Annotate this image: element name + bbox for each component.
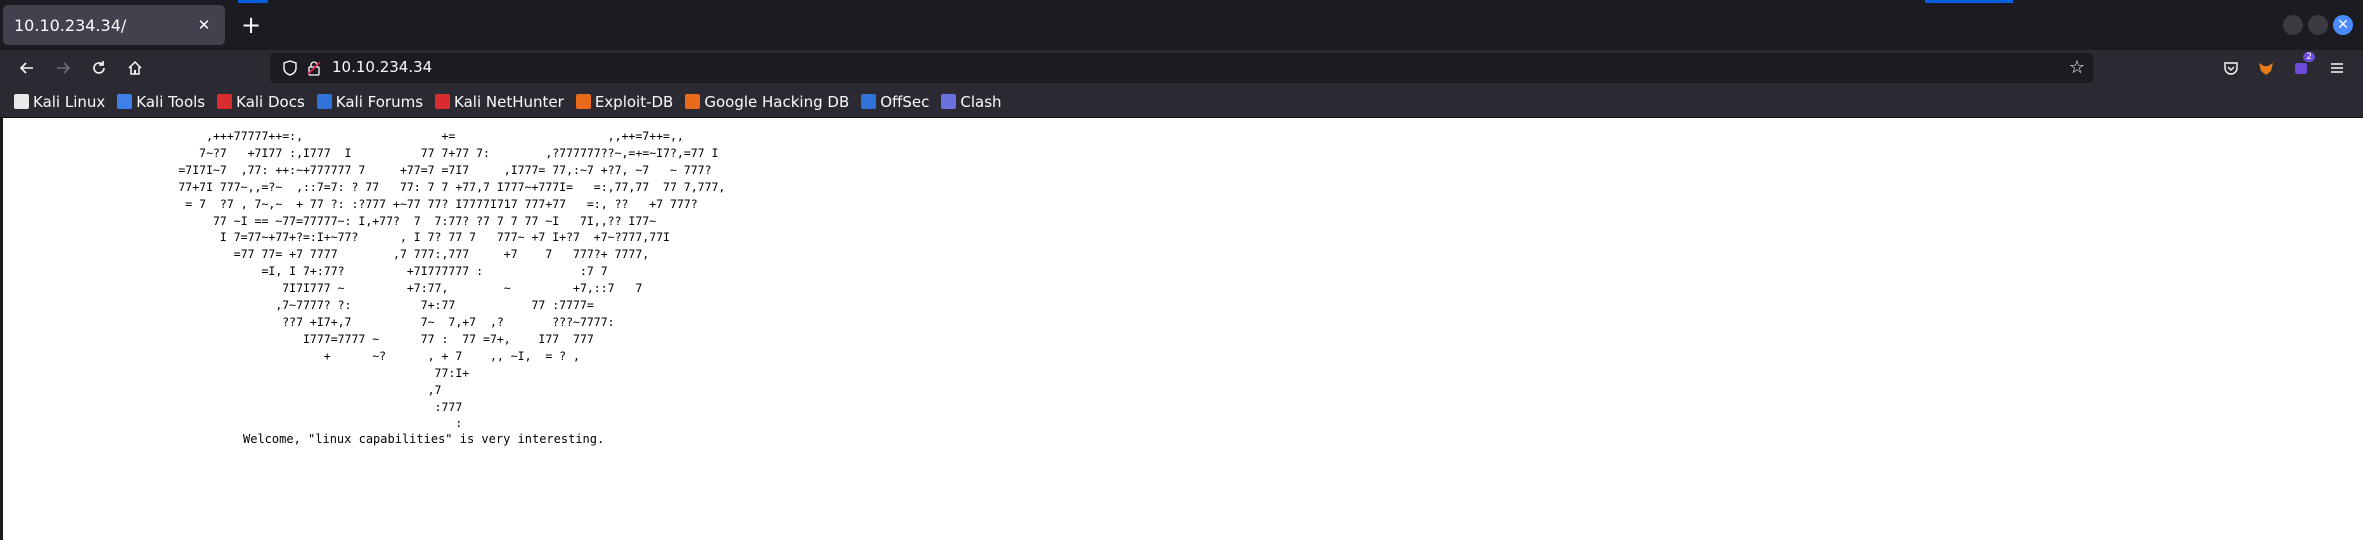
bookmark-item[interactable]: Clash [941,92,1002,111]
ghdb-icon [685,94,701,109]
shield-icon[interactable] [282,60,298,76]
extension-button[interactable] [2252,54,2280,82]
minimize-button[interactable] [2283,15,2303,35]
app-menu-button[interactable] [2323,54,2351,82]
bookmarks-toolbar: Kali Linux Kali Tools Kali Docs Kali Forums… [0,86,2363,118]
tab-accent-line [1925,0,2013,3]
close-icon: ✕ [2337,17,2349,33]
clash-icon [941,94,957,109]
bookmark-label: Kali Docs [236,92,305,111]
ascii-art: ,+++77777++=:, += ,,++=7++=,, 7~?7 +7I77… [178,129,726,431]
bookmark-label: Kali Tools [136,92,206,111]
home-icon [128,60,142,75]
bookmark-label: Kali Linux [33,92,106,111]
kali-nethunter-icon [435,94,451,109]
bookmark-item[interactable]: Google Hacking DB [685,93,849,111]
exploit-db-icon [575,94,591,109]
extension-badge-button[interactable]: 2 [2287,52,2315,82]
back-button[interactable] [13,54,41,82]
maximize-button[interactable] [2308,15,2328,35]
navigation-toolbar: 10.10.234.34 ☆ 2 [0,50,2363,86]
kali-forums-icon [316,94,332,109]
forward-button[interactable] [49,54,77,82]
bookmark-label: Google Hacking DB [704,92,850,111]
foxyproxy-icon [2259,63,2273,75]
bookmark-item[interactable]: Kali Docs [217,93,305,111]
page-content: ,+++77777++=:, += ,,++=7++=,, 7~?7 +7I77… [3,118,2363,540]
welcome-message: Welcome, "linux capabilities" is very in… [243,432,605,446]
tab-strip: 10.10.234.34/ ✕ + ✕ [0,0,2363,50]
bookmark-item[interactable]: Kali Linux [14,93,105,111]
kali-docs-icon [217,94,233,109]
url-text[interactable]: 10.10.234.34 [332,58,432,76]
back-arrow-icon [19,62,33,74]
offsec-icon [861,94,877,109]
reload-icon [93,61,105,74]
bookmark-label: Kali NetHunter [454,92,564,111]
bookmark-item[interactable]: OffSec [861,93,929,111]
bookmark-item[interactable]: Kali Tools [117,93,205,111]
tab-accent-line [238,0,268,3]
url-bar[interactable]: 10.10.234.34 ☆ [270,53,2093,83]
insecure-lock-icon[interactable] [306,60,322,76]
bookmark-label: OffSec [880,92,930,111]
home-button[interactable] [121,54,149,82]
new-tab-button[interactable]: + [236,10,266,40]
forward-arrow-icon [57,62,71,74]
tab-active[interactable]: 10.10.234.34/ ✕ [3,5,225,45]
bookmark-label: Exploit-DB [594,92,674,111]
kali-dragon-icon [14,94,29,109]
bookmark-item[interactable]: Kali NetHunter [435,93,564,111]
bookmark-item[interactable]: Kali Forums [316,92,424,111]
hamburger-menu-icon [2331,63,2343,73]
reload-button[interactable] [85,54,113,82]
kali-tools-icon [117,94,133,109]
extension-badge: 2 [2303,52,2315,62]
bookmark-star-icon[interactable]: ☆ [2069,57,2085,78]
tab-title: 10.10.234.34/ [14,15,127,35]
bookmark-item[interactable]: Exploit-DB [575,92,674,111]
tab-close-icon[interactable]: ✕ [191,12,217,38]
pocket-button[interactable] [2217,54,2245,82]
window-close-button[interactable]: ✕ [2333,15,2353,35]
pocket-icon [2224,62,2238,75]
bookmark-label: Clash [960,92,1002,111]
bookmark-label: Kali Forums [335,92,424,111]
